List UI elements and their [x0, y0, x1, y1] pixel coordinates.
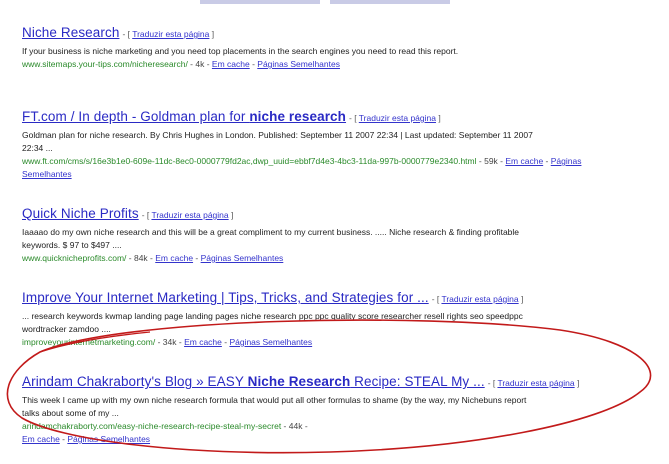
- result-meta: www.ft.com/cms/s/16e3b1e0-609e-11dc-8ec0…: [22, 156, 582, 179]
- similar-pages-link[interactable]: Páginas Semelhantes: [201, 253, 284, 263]
- translate-link[interactable]: Traduzir esta página: [151, 210, 228, 220]
- result-url: www.ft.com/cms/s/16e3b1e0-609e-11dc-8ec0…: [22, 156, 477, 166]
- result-url: www.sitemaps.your-tips.com/nicheresearch…: [22, 59, 188, 69]
- result-title-link[interactable]: Quick Niche Profits: [22, 206, 139, 221]
- top-bar: [0, 0, 669, 6]
- top-tab-shadow: [200, 0, 320, 4]
- cache-link[interactable]: Em cache: [212, 59, 250, 69]
- search-result: FT.com / In depth - Goldman plan for nic…: [22, 108, 582, 181]
- translate-link[interactable]: Traduzir esta página: [441, 294, 518, 304]
- cache-link[interactable]: Em cache: [155, 253, 193, 263]
- result-title-link[interactable]: Arindam Chakraborty's Blog » EASY Niche …: [22, 374, 485, 389]
- translate-bracket: - [ Traduzir esta página ]: [122, 29, 215, 39]
- result-meta: improveyourinternetmarketing.com/ - 34k …: [22, 337, 313, 347]
- translate-link[interactable]: Traduzir esta página: [497, 378, 574, 388]
- result-size: 84k: [133, 253, 148, 263]
- result-meta: arindamchakraborty.com/easy-niche-resear…: [22, 421, 308, 444]
- result-title-link[interactable]: Improve Your Internet Marketing | Tips, …: [22, 290, 429, 305]
- result-meta: www.sitemaps.your-tips.com/nicheresearch…: [22, 59, 340, 69]
- result-snippet: This week I came up with my own niche re…: [22, 395, 527, 418]
- result-size: 44k: [288, 421, 303, 431]
- result-url: www.quicknicheprofits.com/: [22, 253, 127, 263]
- result-url: improveyourinternetmarketing.com/: [22, 337, 156, 347]
- translate-bracket: - [ Traduzir esta página ]: [487, 378, 580, 388]
- similar-pages-link[interactable]: Páginas Semelhantes: [229, 337, 312, 347]
- result-snippet: ... research keywords kwmap landing page…: [22, 311, 523, 334]
- similar-pages-link[interactable]: Páginas Semelhantes: [67, 434, 150, 444]
- result-title-link[interactable]: Niche Research: [22, 25, 119, 40]
- similar-pages-link[interactable]: Páginas Semelhantes: [257, 59, 340, 69]
- cache-link[interactable]: Em cache: [505, 156, 543, 166]
- search-result: Arindam Chakraborty's Blog » EASY Niche …: [22, 373, 582, 446]
- translate-link[interactable]: Traduzir esta página: [132, 29, 209, 39]
- search-result: Niche Research - [ Traduzir esta página ]…: [22, 24, 582, 71]
- translate-bracket: - [ Traduzir esta página ]: [431, 294, 524, 304]
- result-snippet: If your business is niche marketing and …: [22, 46, 459, 56]
- search-result: Improve Your Internet Marketing | Tips, …: [22, 289, 582, 349]
- translate-bracket: - [ Traduzir esta página ]: [141, 210, 234, 220]
- result-url: arindamchakraborty.com/easy-niche-resear…: [22, 421, 282, 431]
- cache-link[interactable]: Em cache: [184, 337, 222, 347]
- top-tab-shadow: [330, 0, 450, 4]
- result-size: 34k: [162, 337, 177, 347]
- cache-link[interactable]: Em cache: [22, 434, 60, 444]
- result-snippet: Goldman plan for niche research. By Chri…: [22, 130, 533, 153]
- search-result: Quick Niche Profits - [ Traduzir esta pág…: [22, 205, 582, 265]
- result-snippet: Iaaaao do my own niche research and this…: [22, 227, 520, 250]
- translate-bracket: - [ Traduzir esta página ]: [349, 113, 441, 123]
- translate-link[interactable]: Traduzir esta página: [359, 113, 436, 123]
- result-size: 4k: [195, 59, 205, 69]
- result-title-link[interactable]: FT.com / In depth - Goldman plan for nic…: [22, 109, 346, 124]
- result-size: 59k: [484, 156, 498, 166]
- result-meta: www.quicknicheprofits.com/ - 84k - Em ca…: [22, 253, 284, 263]
